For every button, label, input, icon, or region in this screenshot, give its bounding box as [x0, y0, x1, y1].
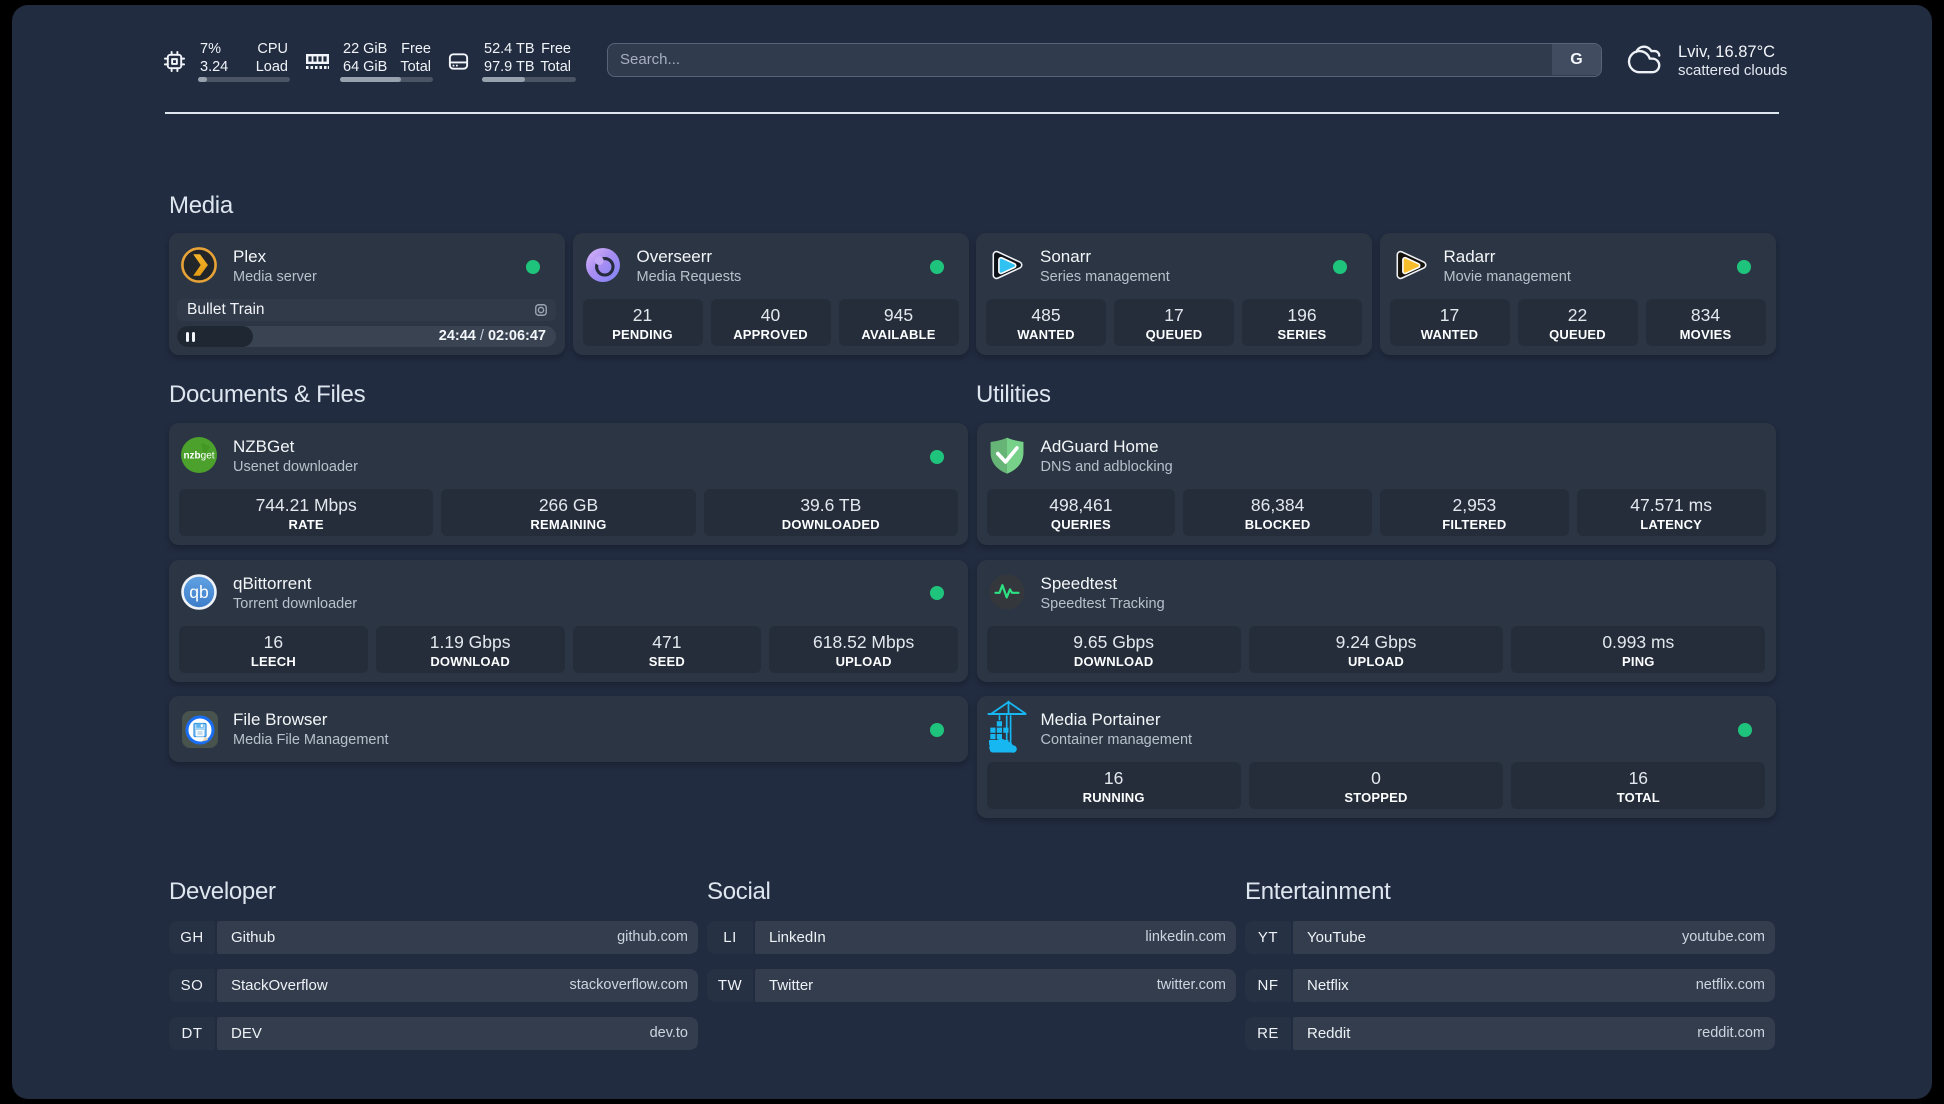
svg-text:qb: qb [189, 582, 208, 602]
svg-text:nzbget: nzbget [183, 451, 214, 462]
